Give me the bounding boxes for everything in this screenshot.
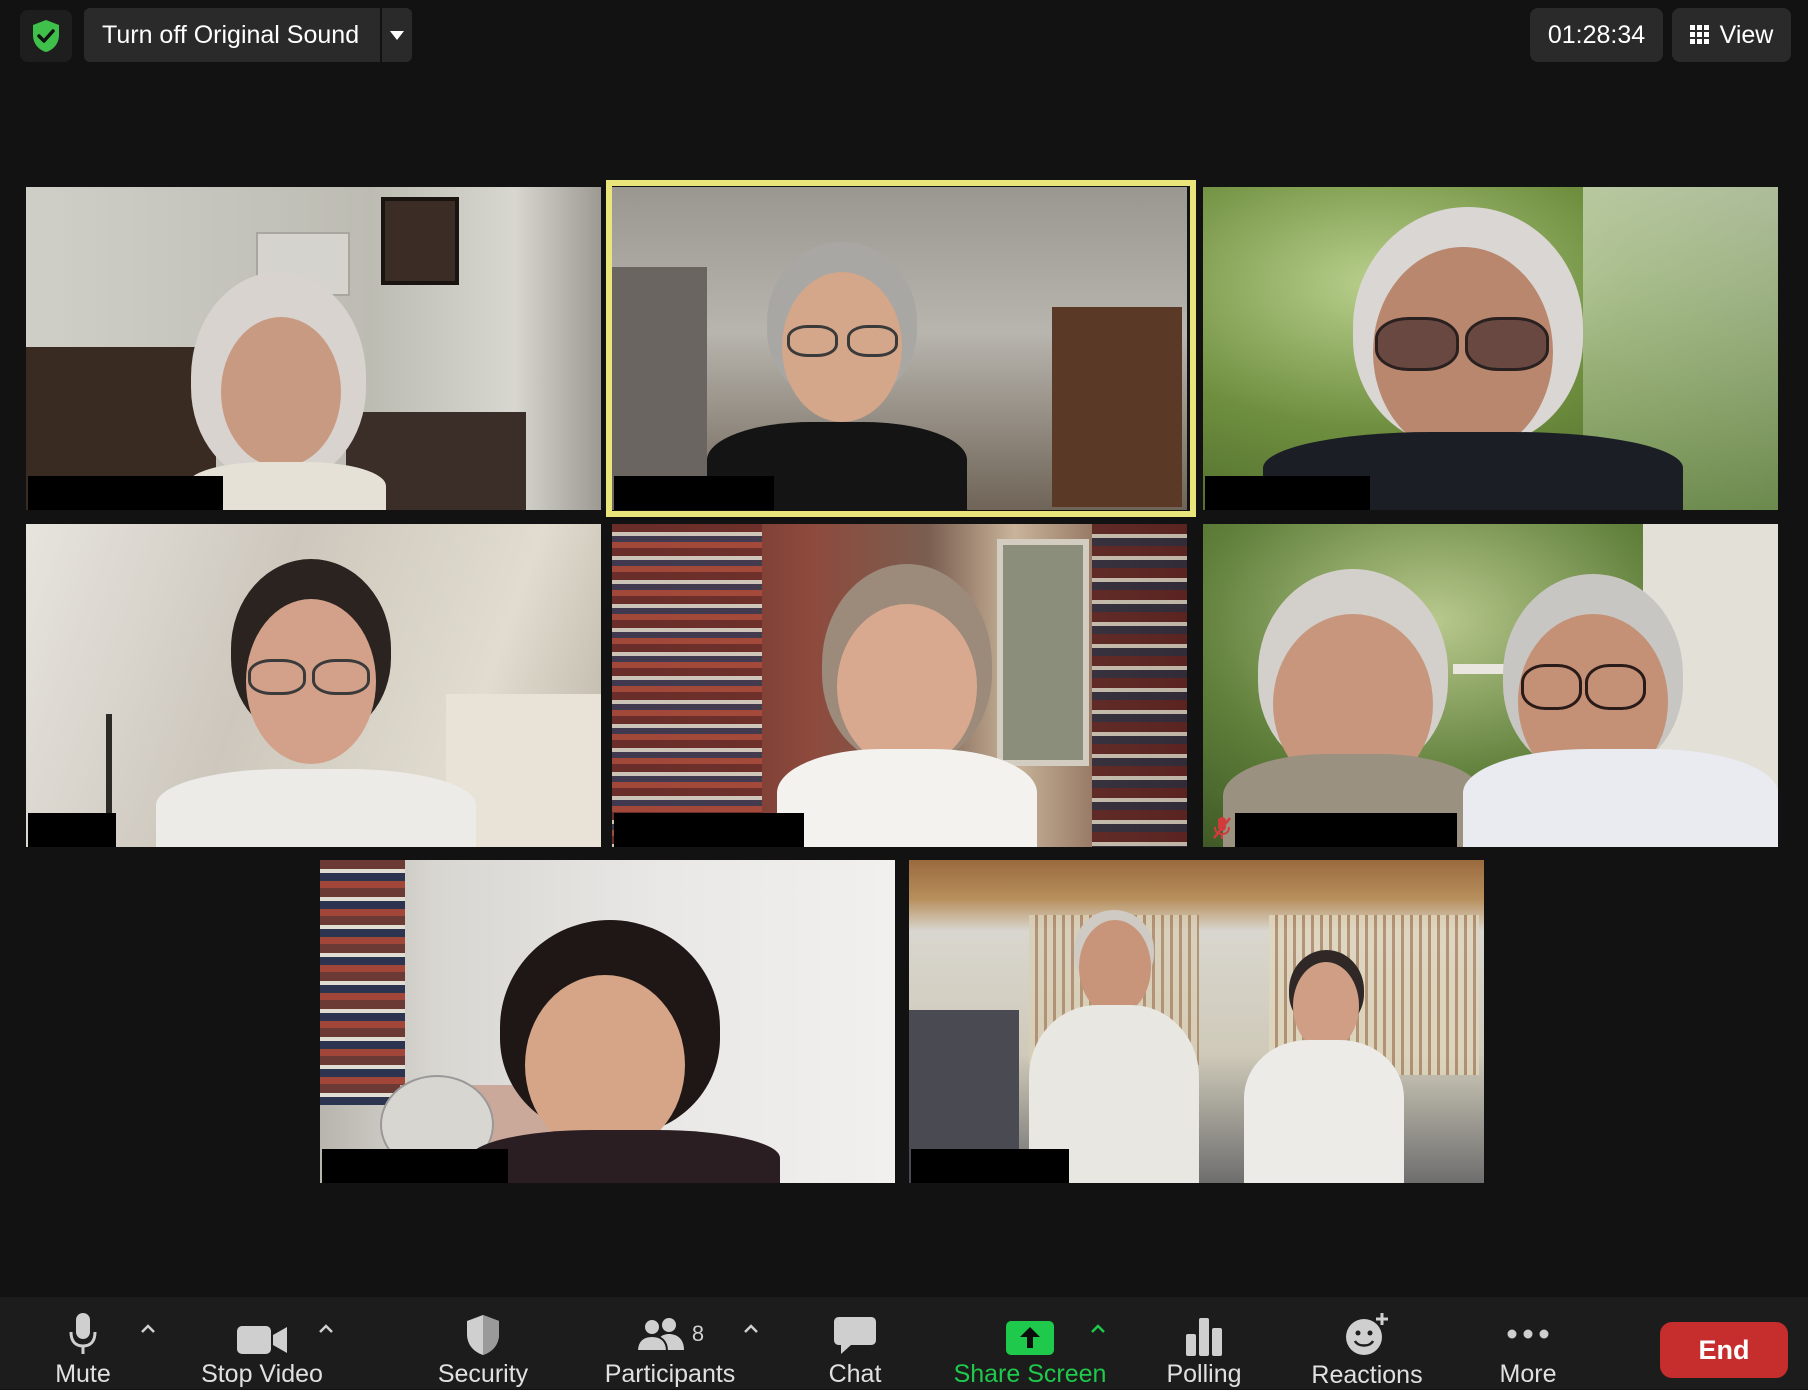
view-label: View [1719,20,1774,49]
mute-label: Mute [55,1360,111,1388]
video-options-caret[interactable] [315,1318,337,1340]
security-status[interactable] [20,10,72,62]
view-button[interactable]: View [1672,8,1791,62]
chat-bubble-icon [834,1317,876,1354]
stop-video-button[interactable]: Stop Video [195,1297,329,1389]
participant-name-bar [911,1149,1069,1183]
chat-label: Chat [828,1360,882,1388]
participants-options-caret[interactable] [740,1318,762,1340]
muted-microphone-icon [1213,817,1231,839]
participant-name-bar [1205,476,1370,510]
security-label: Security [437,1360,529,1388]
video-tile-7[interactable] [320,860,895,1183]
mute-button[interactable]: Mute [40,1297,126,1389]
original-sound-button[interactable]: Turn off Original Sound [84,8,380,62]
participant-name-bar [322,1149,508,1183]
chevron-up-icon [1091,1324,1105,1333]
audio-options-caret[interactable] [137,1318,159,1340]
original-sound-label: Turn off Original Sound [102,20,360,49]
meeting-timer: 01:28:34 [1530,8,1663,62]
microphone-icon [69,1313,97,1354]
participants-button[interactable]: 8 Participants [598,1297,742,1389]
video-camera-icon [237,1326,287,1354]
polling-button[interactable]: Polling [1162,1297,1246,1389]
end-meeting-button[interactable]: End [1660,1322,1788,1378]
share-screen-button[interactable]: Share Screen [950,1297,1110,1389]
reactions-label: Reactions [1311,1361,1423,1389]
more-button[interactable]: More [1488,1297,1568,1389]
chevron-up-icon [744,1324,758,1333]
polling-label: Polling [1166,1360,1242,1388]
end-label: End [1698,1334,1750,1365]
participants-label: Participants [604,1360,736,1388]
share-screen-arrow-icon [1006,1321,1054,1355]
video-tile-8[interactable] [909,860,1484,1183]
more-dots-icon [1507,1329,1549,1338]
timer-text: 01:28:34 [1547,20,1646,49]
video-tile-1[interactable] [26,187,601,510]
chevron-up-icon [141,1324,155,1333]
video-tile-5[interactable] [612,524,1187,847]
video-tile-4[interactable] [26,524,601,847]
participant-name-bar [28,476,223,510]
more-label: More [1499,1360,1557,1388]
share-screen-label: Share Screen [953,1360,1107,1388]
chevron-down-icon [390,30,404,40]
original-sound-dropdown[interactable] [382,8,412,62]
video-tile-6[interactable] [1203,524,1778,847]
top-bar: Turn off Original Sound 01:28:34 View [0,0,1808,75]
reactions-smiley-icon [1346,1313,1388,1355]
security-shield-icon [33,20,59,52]
chevron-up-icon [319,1324,333,1333]
polling-bars-icon [1186,1318,1222,1356]
participant-name-bar [614,813,804,847]
reactions-button[interactable]: Reactions [1305,1297,1429,1389]
shield-icon [467,1315,499,1355]
participant-name-bar [28,813,116,847]
security-button[interactable]: Security [430,1297,536,1389]
participant-muted-indicator [1209,815,1235,841]
share-screen-options-caret[interactable] [1087,1318,1109,1340]
participant-name-bar [614,476,774,510]
video-tile-3[interactable] [1203,187,1778,510]
participants-count: 8 [691,1320,705,1346]
grid-view-icon [1689,25,1709,44]
chat-button[interactable]: Chat [818,1297,892,1389]
participant-name-bar [1235,813,1457,847]
video-tile-2[interactable] [612,187,1187,510]
participants-icon [635,1317,684,1352]
stop-video-label: Stop Video [201,1360,323,1388]
